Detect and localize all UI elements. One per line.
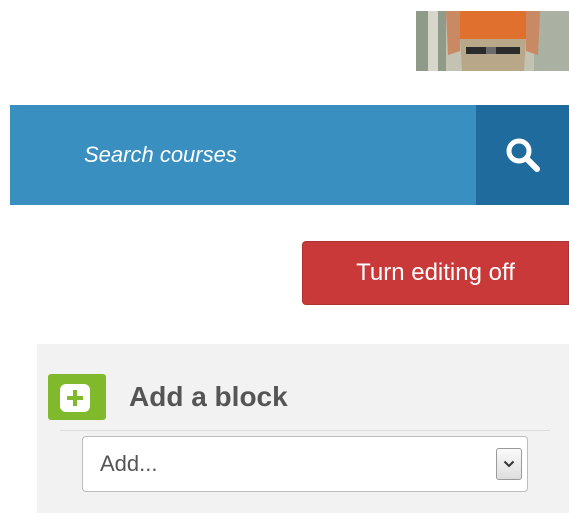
search-icon	[506, 138, 540, 172]
chevron-down-icon	[503, 460, 515, 468]
select-arrow-button[interactable]	[496, 448, 522, 480]
add-block-select[interactable]: Add...	[82, 436, 528, 492]
turn-editing-off-button[interactable]: Turn editing off	[302, 241, 569, 305]
course-search-bar	[10, 105, 569, 205]
avatar-photo-icon	[416, 11, 569, 71]
plus-icon	[67, 390, 83, 406]
user-avatar[interactable]	[416, 11, 569, 71]
add-block-title: Add a block	[129, 381, 288, 412]
add-block-panel: Add a block Add...	[37, 344, 569, 513]
add-block-icon-inner	[60, 384, 90, 412]
page: Turn editing off Add a block Add...	[0, 0, 569, 513]
add-block-select-value: Add...	[100, 451, 158, 476]
search-courses-input[interactable]	[10, 105, 476, 205]
add-block-icon-badge	[48, 374, 106, 420]
block-divider	[60, 430, 550, 431]
search-button[interactable]	[476, 105, 569, 205]
